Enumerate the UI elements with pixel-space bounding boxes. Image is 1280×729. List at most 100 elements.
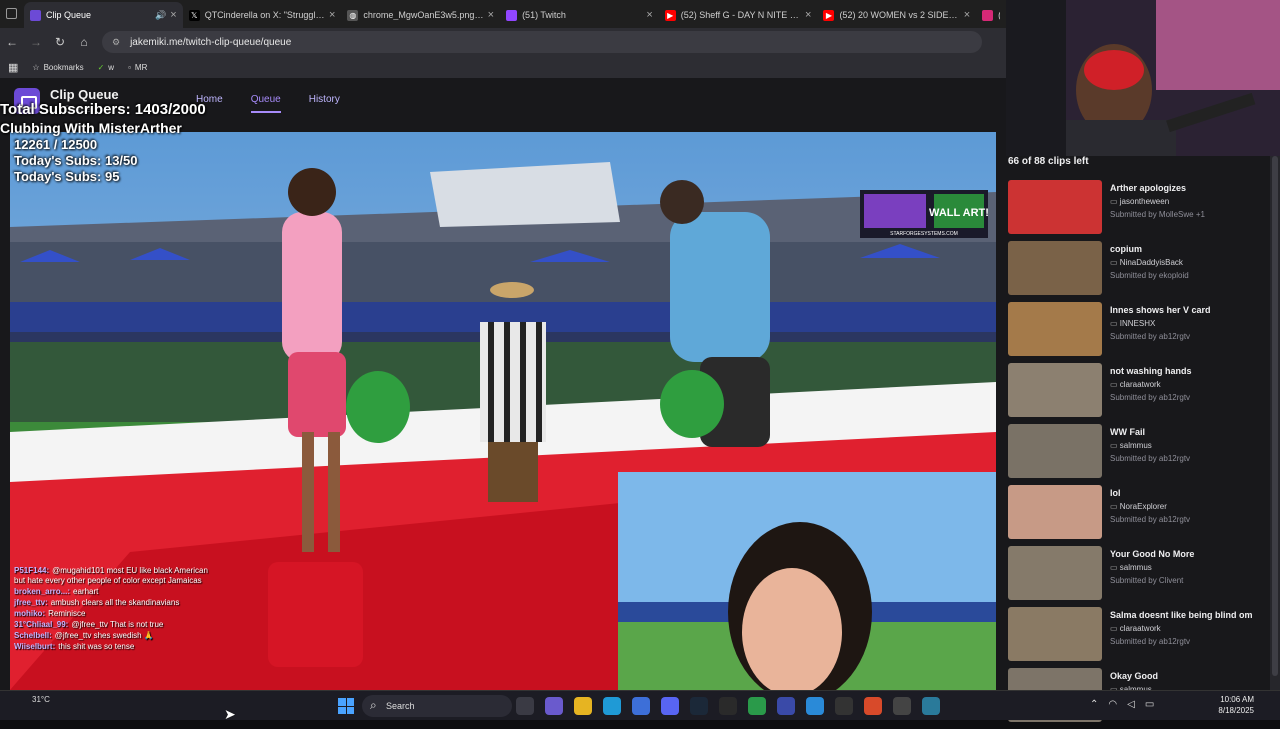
close-tab-icon[interactable]: × (170, 9, 176, 21)
apps-grid-icon[interactable]: ▦ (8, 61, 18, 74)
chat-text: this shit was so tense (58, 642, 135, 651)
clip-channel: jasontheween (1110, 197, 1169, 206)
speaker-icon[interactable]: 🔊 (155, 10, 166, 21)
clip-thumbnail[interactable] (1008, 607, 1102, 661)
clip-item[interactable]: Innes shows her V card INNESHX Submitted b… (1006, 302, 1274, 363)
clip-submitter: Submitted by ab12rgtv (1110, 332, 1191, 341)
sidebar-scrollbar[interactable] (1270, 156, 1280, 690)
clip-thumbnail[interactable] (1008, 302, 1102, 356)
app-icon[interactable] (777, 697, 795, 715)
weather-widget[interactable]: 31°C (32, 695, 50, 704)
webcam-frame (1006, 0, 1280, 156)
system-tray: ⌃ ◠ ◁ ▭ (1090, 699, 1154, 710)
bookmark-bookmarks[interactable]: ☆ Bookmarks (32, 63, 83, 72)
tab-instagram[interactable]: (9 (976, 2, 1006, 28)
clip-item[interactable]: Salma doesnt like being blind om claraatw… (1006, 607, 1274, 668)
store-icon[interactable] (632, 697, 650, 715)
clip-thumbnail[interactable] (1008, 485, 1102, 539)
clip-item[interactable]: Arther apologizes jasontheween Submitted b… (1006, 180, 1274, 241)
copilot-icon[interactable] (545, 697, 563, 715)
site-info-icon[interactable]: ⚙ (112, 37, 120, 48)
clip-thumbnail[interactable] (1008, 180, 1102, 234)
tab-title: (51) Twitch (522, 10, 566, 20)
battery-icon[interactable]: ▭ (1145, 699, 1154, 710)
chevron-up-icon[interactable]: ⌃ (1090, 699, 1098, 710)
nav-history[interactable]: History (309, 94, 340, 113)
discord-icon[interactable] (661, 697, 679, 715)
chat-message: mohiko: Reminisce (14, 609, 214, 619)
clip-title: Okay Good (1110, 671, 1159, 681)
clip-item[interactable]: lol NoraExplorer Submitted by ab12rgtv (1006, 485, 1274, 546)
edge-icon[interactable] (603, 697, 621, 715)
tab-twitch[interactable]: (51) Twitch × (500, 2, 659, 28)
clip-item[interactable]: copium NinaDaddyisBack Submitted by ekoplo… (1006, 241, 1274, 302)
obs-icon[interactable] (835, 697, 853, 715)
chat-message: SchelbeIl: @jfree_ttv shes swedish 🙏 (14, 631, 214, 641)
forward-arrow-icon[interactable]: → (24, 35, 48, 49)
file-explorer-icon[interactable] (574, 697, 592, 715)
close-tab-icon[interactable]: × (329, 9, 335, 21)
tab-youtube-sheff[interactable]: ▶ (52) Sheff G - DAY N NITE Free × (659, 2, 818, 28)
clip-thumbnail[interactable] (1008, 241, 1102, 295)
reload-icon[interactable]: ↻ (48, 35, 72, 49)
bookmarks-bar: ▦ ☆ Bookmarks ✓ w ▫ MR (0, 56, 1006, 78)
home-icon[interactable]: ⌂ (72, 35, 96, 49)
nav-queue[interactable]: Queue (250, 94, 281, 113)
wifi-icon[interactable]: ◠ (1108, 699, 1117, 710)
mouse-cursor-icon: ➤ (224, 706, 236, 722)
chat-text: @jfree_ttv That is not true (71, 620, 164, 629)
tab-clip-queue[interactable]: Clip Queue 🔊 × (24, 2, 183, 28)
app-icon[interactable] (806, 697, 824, 715)
close-tab-icon[interactable]: × (488, 9, 494, 21)
tab-x-post[interactable]: 𝕏 QTCinderella on X: "Struggling × (183, 2, 342, 28)
x-logo-icon: 𝕏 (188, 9, 200, 21)
steam-icon[interactable] (690, 697, 708, 715)
chat-username: 31°Chliaal_99: (14, 620, 69, 629)
back-arrow-icon[interactable]: ← (0, 35, 24, 49)
chrome-icon[interactable] (748, 697, 766, 715)
clip-title: not washing hands (1110, 366, 1192, 376)
clip-submitter: Submitted by ab12rgtv (1110, 637, 1191, 646)
clip-list: Arther apologizes jasontheween Submitted b… (1006, 180, 1274, 729)
xbox-icon[interactable] (719, 697, 737, 715)
taskbar-search[interactable]: Search (362, 695, 512, 717)
clip-thumbnail[interactable] (1008, 546, 1102, 600)
clip-title: lol (1110, 488, 1121, 498)
chat-text: earhart (73, 587, 99, 596)
task-view-icon[interactable] (516, 697, 534, 715)
clip-title: WW Fail (1110, 427, 1145, 437)
bookmark-mr[interactable]: ▫ MR (128, 63, 147, 72)
close-tab-icon[interactable]: × (964, 9, 970, 21)
windows-start-icon[interactable] (338, 698, 354, 714)
instagram-icon (982, 9, 994, 21)
clip-submitter: Submitted by MolleSwe +1 (1110, 210, 1205, 219)
address-bar[interactable]: ⚙ jakemiki.me/twitch-clip-queue/queue (102, 31, 982, 53)
chat-message: jfree_ttv: ambush clears all the skandina… (14, 598, 214, 608)
tab-actions-icon[interactable] (6, 8, 17, 19)
app-icon[interactable] (922, 697, 940, 715)
clock[interactable]: 10:06 AM 8/18/2025 (1210, 694, 1254, 716)
clip-item[interactable]: Your Good No More salmmus Submitted by Cli… (1006, 546, 1274, 607)
clip-item[interactable]: WW Fail salmmus Submitted by ab12rgtv (1006, 424, 1274, 485)
clip-title: Salma doesnt like being blind om (1110, 610, 1253, 620)
clip-thumbnail[interactable] (1008, 424, 1102, 478)
sponsor-url: STARFORGESYSTEMS.COM (890, 231, 958, 237)
bookmark-w[interactable]: ✓ w (98, 63, 114, 72)
calculator-icon[interactable] (893, 697, 911, 715)
clip-submitter: Submitted by ab12rgtv (1110, 515, 1191, 524)
clip-item[interactable]: not washing hands claraatwork Submitted by… (1006, 363, 1274, 424)
tab-title: QTCinderella on X: "Struggling (204, 10, 325, 20)
bookmark-label: MR (134, 62, 148, 72)
tab-image[interactable]: ◍ chrome_MgwOanE3w5.png (42 × (341, 2, 500, 28)
close-tab-icon[interactable]: × (805, 9, 811, 21)
clock-date: 8/18/2025 (1218, 706, 1254, 715)
tab-youtube-sidemen[interactable]: ▶ (52) 20 WOMEN vs 2 SIDEMEN × (817, 2, 976, 28)
scrollbar-thumb[interactable] (1272, 156, 1278, 676)
volume-icon[interactable]: ◁ (1127, 699, 1135, 710)
chat-message: broken_arro...: earhart (14, 587, 214, 597)
close-tab-icon[interactable]: × (646, 9, 652, 21)
chrome-icon[interactable] (864, 697, 882, 715)
clip-queue-sidebar: 66 of 88 clips left Arther apologizes jas… (1006, 156, 1280, 722)
clip-thumbnail[interactable] (1008, 363, 1102, 417)
chat-text: Reminisce (48, 609, 86, 618)
